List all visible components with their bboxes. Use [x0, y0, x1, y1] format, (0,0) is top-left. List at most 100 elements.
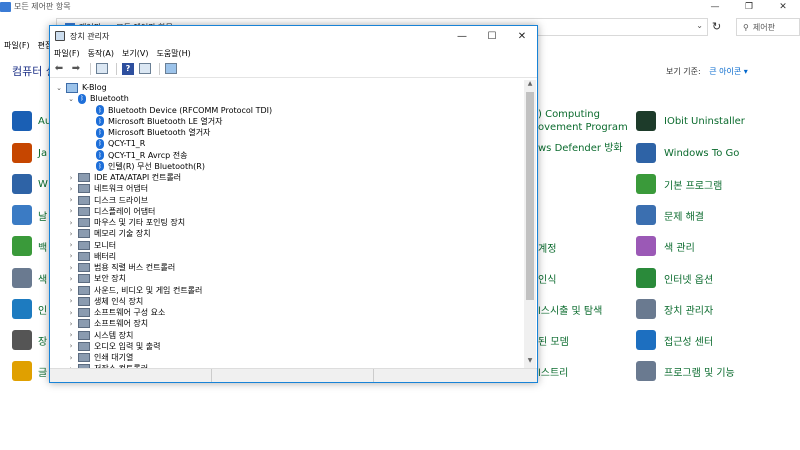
control-panel-item[interactable]: 색 관리 — [636, 236, 695, 256]
chevron-right-icon[interactable]: › — [67, 264, 75, 272]
chevron-right-icon[interactable]: › — [67, 207, 75, 215]
control-panel-item-label[interactable]: l스트리 — [538, 364, 568, 379]
refresh-icon[interactable]: ↻ — [712, 20, 721, 33]
tree-category[interactable]: › 디스크 드라이브 — [67, 195, 148, 206]
menu-file[interactable]: 파일(F) — [0, 38, 34, 54]
tree-category[interactable]: › 보안 장치 — [67, 273, 126, 284]
chevron-right-icon[interactable]: › — [67, 286, 75, 294]
control-panel-item[interactable]: 장치 관리자 — [636, 299, 713, 319]
device-manager-titlebar[interactable]: 장치 관리자 — ☐ ✕ — [50, 26, 537, 46]
control-panel-item[interactable]: 인 — [12, 299, 47, 319]
menu-action[interactable]: 동작(A) — [88, 48, 114, 59]
chevron-right-icon[interactable]: › — [67, 320, 75, 328]
scroll-down-icon[interactable]: ▼ — [524, 357, 536, 368]
control-panel-item-label[interactable]: 인식 — [538, 271, 556, 286]
tree-category[interactable]: › IDE ATA/ATAPI 컨트롤러 — [67, 172, 181, 183]
properties-icon[interactable] — [138, 62, 152, 76]
chevron-right-icon[interactable]: › — [67, 174, 75, 182]
chevron-down-icon[interactable]: ⌄ — [55, 84, 63, 92]
control-panel-item-label: 백 — [38, 242, 48, 254]
maximize-icon[interactable]: ☐ — [477, 26, 507, 46]
control-panel-item[interactable]: 인터넷 옵션 — [636, 268, 713, 288]
control-panel-item-label[interactable]: 된 모뎀 — [538, 333, 569, 348]
chevron-right-icon[interactable]: › — [67, 275, 75, 283]
tree-category[interactable]: › 생체 인식 장치 — [67, 296, 143, 307]
menu-file[interactable]: 파일(F) — [54, 48, 80, 59]
tree-root[interactable]: ⌄ K-Blog — [55, 82, 107, 93]
chevron-right-icon[interactable]: › — [67, 309, 75, 317]
bluetooth-icon: ᛒ — [96, 161, 104, 172]
control-panel-item[interactable]: 색 — [12, 268, 47, 288]
control-panel-item-label[interactable]: l스시출 및 탐색 — [538, 302, 602, 317]
monitor-icon[interactable] — [164, 62, 178, 76]
control-panel-item-label[interactable]: 계정 — [538, 240, 556, 255]
control-panel-item[interactable]: 백 — [12, 236, 47, 256]
device-category-icon — [78, 296, 90, 306]
tree-category[interactable]: › 범용 직렬 버스 컨트롤러 — [67, 262, 175, 273]
scrollbar-thumb[interactable] — [526, 92, 534, 300]
control-panel-item[interactable]: 글 — [12, 361, 47, 381]
tree-device[interactable]: ᛒ Microsoft Bluetooth 열거자 — [85, 127, 210, 138]
control-panel-item[interactable]: Windows To Go — [636, 143, 739, 163]
search-input[interactable]: ⚲ 제어판 — [736, 18, 800, 36]
menu-view[interactable]: 보기(V) — [122, 48, 148, 59]
control-panel-item[interactable]: 날 — [12, 205, 47, 225]
chevron-right-icon[interactable]: › — [67, 342, 75, 350]
chevron-right-icon[interactable]: › — [67, 230, 75, 238]
close-icon[interactable]: ✕ — [766, 0, 800, 14]
tree-device[interactable]: ᛒ 인텔(R) 무선 Bluetooth(R) — [85, 161, 205, 172]
chevron-right-icon[interactable]: › — [67, 331, 75, 339]
chevron-down-icon[interactable]: ⌄ — [67, 95, 75, 103]
forward-arrow-icon[interactable]: ➡ — [69, 62, 83, 76]
tree-category[interactable]: › 메모리 기술 장치 — [67, 228, 151, 239]
tree-category[interactable]: › 디스플레이 어댑터 — [67, 206, 155, 217]
vertical-scrollbar[interactable]: ▲ ▼ — [524, 80, 536, 368]
control-panel-item-label[interactable]: ws Defender 방화 — [538, 139, 623, 154]
control-panel-item[interactable]: 프로그램 및 기능 — [636, 361, 735, 381]
chevron-right-icon[interactable]: › — [67, 219, 75, 227]
back-arrow-icon[interactable]: ⬅ — [52, 62, 66, 76]
minimize-icon[interactable]: — — [447, 26, 477, 46]
control-panel-item-label[interactable]: ) Computing — [538, 109, 600, 120]
control-panel-item[interactable]: 장 — [12, 330, 47, 350]
chevron-right-icon[interactable]: › — [67, 241, 75, 249]
tree-category[interactable]: › 소프트웨어 장치 — [67, 318, 148, 329]
maximize-icon[interactable]: ❐ — [732, 0, 766, 14]
chevron-right-icon[interactable]: › — [67, 354, 75, 362]
chevron-down-icon[interactable]: ⌄ — [696, 21, 703, 30]
tree-device[interactable]: ᛒ Microsoft Bluetooth LE 열거자 — [85, 116, 222, 127]
control-panel-item[interactable]: Au — [12, 111, 51, 131]
tree-device[interactable]: ᛒ QCY-T1_R — [85, 138, 145, 149]
tree-category[interactable]: ⌄ ᛒ Bluetooth — [67, 93, 129, 104]
tree-category[interactable]: › 소프트웨어 구성 요소 — [67, 307, 165, 318]
control-panel-item[interactable]: 문제 해결 — [636, 205, 704, 225]
minimize-icon[interactable]: — — [698, 0, 732, 14]
control-panel-item[interactable]: 기본 프로그램 — [636, 174, 722, 194]
chevron-right-icon[interactable]: › — [67, 185, 75, 193]
tree-category[interactable]: › 모니터 — [67, 240, 116, 251]
control-panel-item-label[interactable]: ovement Program — [538, 122, 628, 133]
help-icon[interactable]: ? — [121, 62, 135, 76]
control-panel-item[interactable]: Ja — [12, 143, 47, 163]
chevron-right-icon[interactable]: › — [67, 252, 75, 260]
show-hide-console-tree-icon[interactable] — [95, 62, 109, 76]
tree-category[interactable]: › 배터리 — [67, 251, 116, 262]
tree-category[interactable]: › 네트워크 어댑터 — [67, 183, 148, 194]
control-panel-item[interactable]: 접근성 센터 — [636, 330, 713, 350]
control-panel-item[interactable]: IObit Uninstaller — [636, 111, 745, 131]
tree-category[interactable]: › 오디오 입력 및 출력 — [67, 341, 161, 352]
tree-category[interactable]: › 마우스 및 기타 포인팅 장치 — [67, 217, 185, 228]
view-by-dropdown[interactable]: 큰 아이콘 ▾ — [709, 67, 748, 76]
tree-device[interactable]: ᛒ Bluetooth Device (RFCOMM Protocol TDI) — [85, 105, 272, 116]
chevron-right-icon[interactable]: › — [67, 196, 75, 204]
chevron-right-icon[interactable]: › — [67, 297, 75, 305]
control-panel-item[interactable]: W — [12, 174, 48, 194]
tree-category[interactable]: › 시스템 장치 — [67, 330, 133, 341]
menu-help[interactable]: 도움말(H) — [156, 48, 190, 59]
tree-category[interactable]: › 사운드, 비디오 및 게임 컨트롤러 — [67, 285, 202, 296]
tree-device[interactable]: ᛒ QCY-T1_R Avrcp 전송 — [85, 150, 188, 161]
tree-category[interactable]: › 인쇄 대기열 — [67, 352, 133, 363]
tree-item-label: QCY-T1_R Avrcp 전송 — [108, 150, 188, 160]
scroll-up-icon[interactable]: ▲ — [524, 80, 536, 91]
close-icon[interactable]: ✕ — [507, 26, 537, 46]
